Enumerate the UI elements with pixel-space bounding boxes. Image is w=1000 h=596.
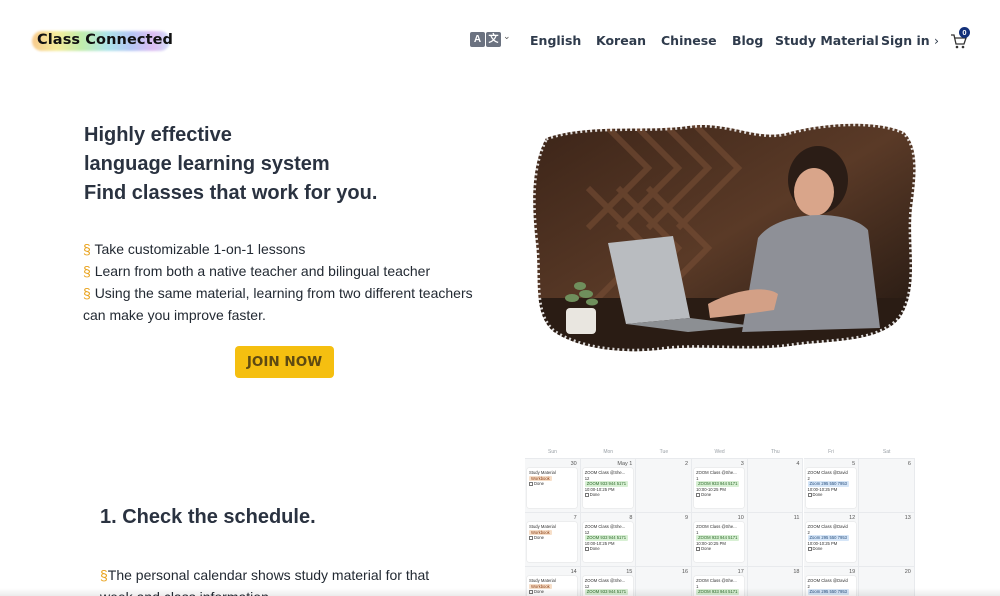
chevron-right-icon: › (934, 33, 940, 48)
translate-icon[interactable]: A 文 ⌄ (470, 31, 511, 48)
bullet-mark: § (83, 241, 91, 257)
cart-count-badge: 0 (959, 27, 970, 38)
nav-chinese[interactable]: Chinese (661, 33, 717, 48)
hero-bullet: § Learn from both a native teacher and b… (83, 260, 493, 282)
bottom-shadow (0, 588, 1000, 596)
schedule-title: 1. Check the schedule. (100, 506, 316, 528)
calendar-event-card[interactable]: ZOOM Class @She...12ZOOM 933 944 517110:… (582, 468, 633, 508)
calendar-day[interactable]: 8 ZOOM Class @She... 12 ZOOM 933 944 5171 10… (580, 512, 637, 566)
nav-sign-in[interactable]: Sign in › (881, 33, 939, 48)
sign-in-label: Sign in (881, 33, 930, 48)
calendar-day-number: 17 (737, 569, 744, 575)
calendar-day[interactable]: 6 (859, 458, 915, 512)
weekday-label: Sun (548, 449, 557, 455)
calendar-day-number: 20 (904, 569, 911, 575)
calendar-day-number: 16 (681, 569, 689, 575)
calendar-day[interactable]: 7 Study Material Workbook Done (525, 512, 581, 566)
calendar-day-number: 8 (629, 515, 633, 521)
calendar-event-card[interactable]: Study MaterialWorkbookDone (527, 468, 577, 508)
calendar-day-number: 30 (570, 461, 577, 467)
calendar-day-number: 11 (793, 515, 800, 521)
calendar-day-number: 5 (852, 461, 856, 467)
calendar-event-card[interactable]: ZOOM Class @She...1ZOOM 933 944 517110:0… (694, 468, 745, 508)
bullet-mark: § (83, 263, 91, 279)
calendar-event-card[interactable]: ZOOM Class @She...12ZOOM 933 944 517110:… (582, 522, 633, 562)
join-now-button[interactable]: JOIN NOW (235, 346, 334, 378)
weekday-label: Fri (828, 449, 834, 455)
calendar-day-number: 14 (570, 569, 577, 575)
translate-icon-latin: A (470, 32, 485, 47)
chevron-down-icon: ⌄ (503, 31, 511, 41)
calendar-day-number: May 1 (617, 461, 633, 467)
calendar-day[interactable]: May 1 ZOOM Class @She... 12 ZOOM 933 944 51… (580, 458, 637, 512)
calendar-day[interactable]: 12 ZOOM Class @David 2 Zoom 295 550 7953 10:… (803, 512, 860, 566)
calendar-day[interactable]: 4 (747, 458, 804, 512)
bullet-mark: § (100, 567, 108, 583)
bullet-text: Learn from both a native teacher and bil… (94, 263, 431, 279)
cart-button[interactable]: 0 (950, 27, 974, 52)
calendar-day-number: 9 (685, 515, 689, 521)
translate-icon-cjk: 文 (486, 32, 501, 47)
calendar-day-number: 12 (849, 515, 856, 521)
nav-english[interactable]: English (530, 33, 581, 48)
calendar-day[interactable]: 3 ZOOM Class @She... 1 ZOOM 933 944 5171 10:… (692, 458, 748, 512)
logo-text: Class Connected (37, 32, 174, 48)
calendar-day[interactable]: 5 ZOOM Class @David 2 Zoom 295 550 7953 10:0… (803, 458, 860, 512)
hero-bullet: § Using the same material, learning from… (83, 282, 493, 326)
hero-bullet: § Take customizable 1-on-1 lessons (83, 238, 493, 260)
weekday-label: Sat (882, 449, 891, 455)
nav-blog[interactable]: Blog (732, 33, 763, 48)
calendar-day[interactable]: 10 ZOOM Class @She... 1 ZOOM 933 944 5171 10… (692, 512, 748, 566)
weekday-label: Tue (659, 449, 669, 455)
weekday-label: Wed (714, 449, 725, 455)
logo[interactable]: Class Connected (30, 28, 174, 54)
calendar-day[interactable]: 11 (747, 512, 804, 566)
calendar-preview: Sun Mon Tue Wed Thu Fri Sat 30 Study Mate… (525, 446, 915, 596)
bullet-text: Using the same material, learning from t… (83, 285, 473, 323)
calendar-day-number: 3 (740, 461, 744, 467)
hero-title: Highly effective language learning syste… (84, 121, 377, 208)
bullet-text: Take customizable 1-on-1 lessons (94, 241, 306, 257)
calendar-event-card[interactable]: ZOOM Class @David2Zoom 295 550 795310:00… (805, 522, 856, 562)
hero-title-line-3: Find classes that work for you. (84, 182, 378, 204)
weekday-label: Thu (770, 449, 780, 455)
nav-study-material[interactable]: Study Material (775, 33, 879, 48)
hero-title-line-1: Highly effective (84, 124, 232, 146)
calendar-day[interactable]: 13 (859, 512, 915, 566)
calendar-event-card[interactable]: ZOOM Class @David2Zoom 295 550 795310:00… (805, 468, 856, 508)
calendar-event-card[interactable]: ZOOM Class @She...1ZOOM 933 944 517110:0… (694, 522, 745, 562)
hero-photo (530, 121, 919, 354)
calendar-day-number: 7 (573, 515, 577, 521)
bullet-mark: § (83, 285, 91, 301)
calendar-day-number: 18 (793, 569, 800, 575)
calendar-day-number: 10 (737, 515, 744, 521)
calendar-day-number: 2 (685, 461, 689, 467)
hero-bullets: § Take customizable 1-on-1 lessons § Lea… (83, 238, 493, 326)
calendar-day-number: 4 (796, 461, 800, 467)
weekday-label: Mon (603, 449, 614, 455)
calendar-event-card[interactable]: Study MaterialWorkbookDone (527, 522, 577, 562)
hero-title-line-2: language learning system (84, 153, 330, 175)
calendar-day[interactable]: 9 (636, 512, 693, 566)
calendar-day[interactable]: 2 (636, 458, 693, 512)
calendar-weekdays: Sun Mon Tue Wed Thu Fri Sat (525, 446, 915, 458)
calendar-day-number: 15 (626, 569, 633, 575)
calendar-day-number: 19 (849, 569, 856, 575)
nav-korean[interactable]: Korean (596, 33, 646, 48)
calendar-day-number: 13 (904, 515, 911, 521)
calendar-day[interactable]: 30 Study Material Workbook Done (525, 458, 581, 512)
calendar-day-number: 6 (907, 461, 911, 467)
